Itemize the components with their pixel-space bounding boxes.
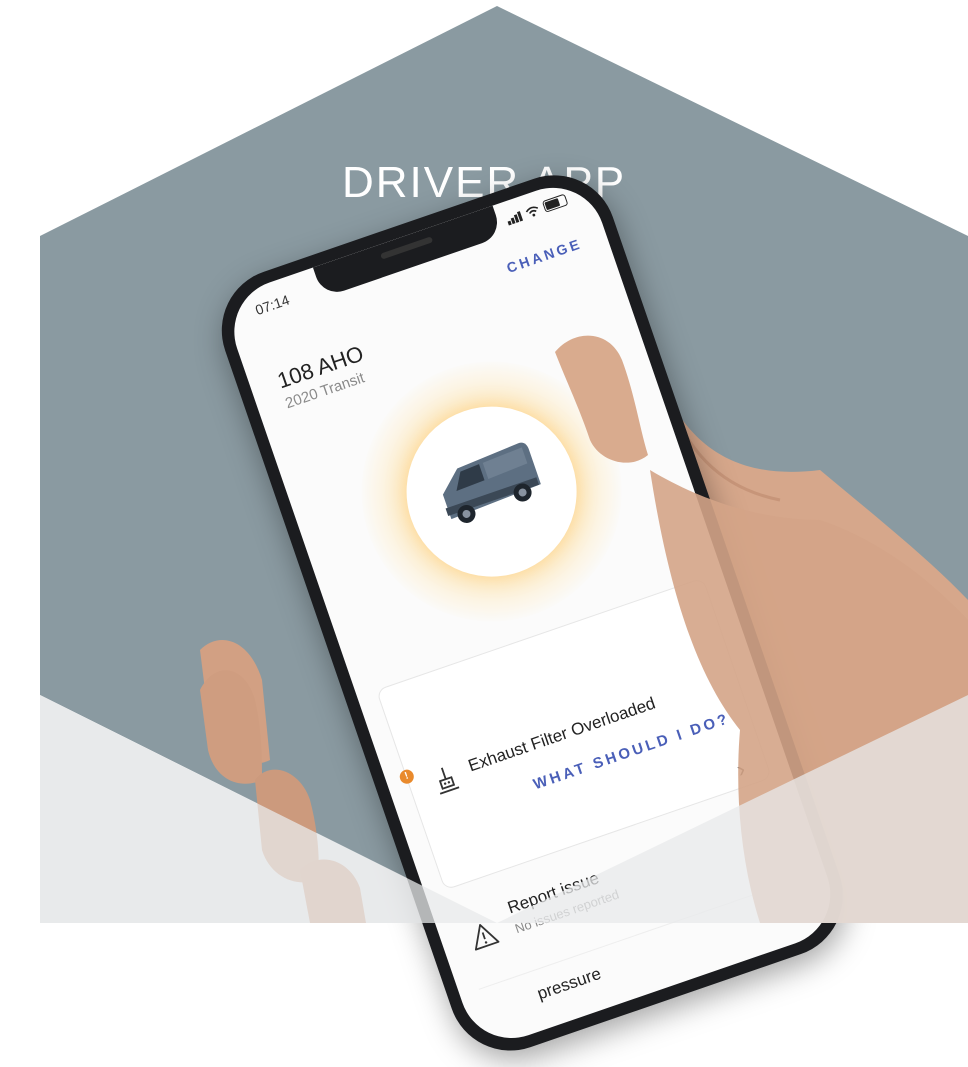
wifi-icon <box>525 206 539 217</box>
exhaust-filter-icon <box>438 767 460 795</box>
warning-triangle-icon <box>474 924 500 951</box>
pressure-label: pressure <box>534 963 604 1004</box>
battery-icon <box>541 193 569 213</box>
warning-badge: ! <box>397 767 416 786</box>
status-icons <box>505 193 569 226</box>
alert-title: Exhaust Filter Overloaded <box>465 693 658 776</box>
what-should-i-do-link[interactable]: WHAT SHOULD I DO? <box>531 710 732 793</box>
change-vehicle-button[interactable]: CHANGE <box>504 235 584 276</box>
signal-icon <box>506 211 524 226</box>
chevron-right-icon[interactable]: › <box>733 756 748 783</box>
status-time: 07:14 <box>253 291 292 319</box>
van-image <box>442 442 541 523</box>
